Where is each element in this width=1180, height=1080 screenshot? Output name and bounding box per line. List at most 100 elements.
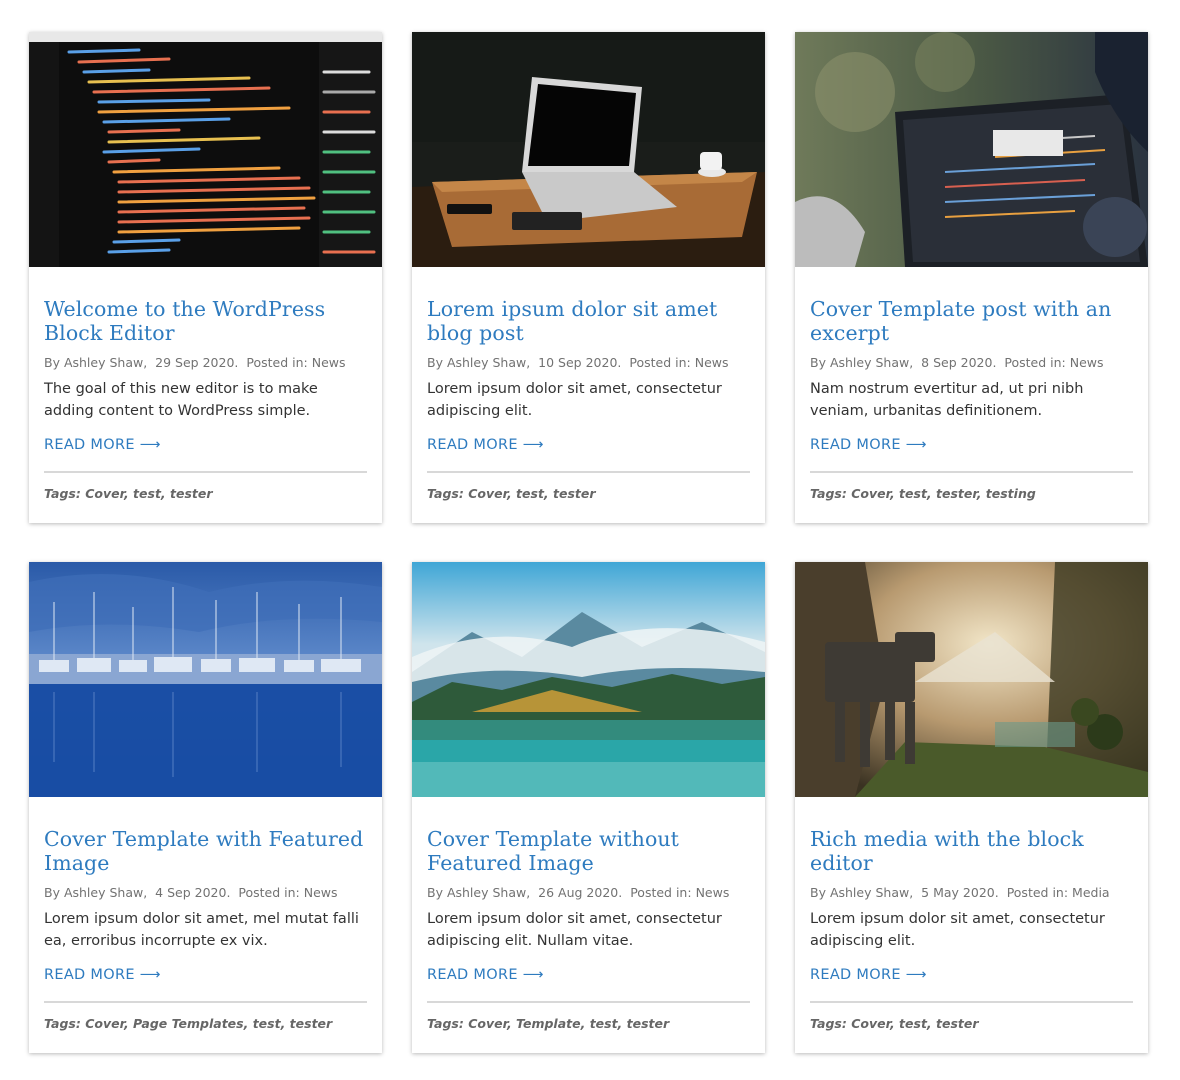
read-more-label: READ MORE [427, 967, 518, 983]
read-more-label: READ MORE [44, 437, 135, 453]
post-excerpt: Nam nostrum evertitur ad, ut pri nibh ve… [810, 381, 1084, 419]
tag-links[interactable]: Cover, Page Templates, test, tester [85, 1016, 332, 1031]
posted-in-label: Posted in: [238, 885, 300, 900]
post-date: 5 May 2020. [921, 885, 999, 900]
post-excerpt: Lorem ipsum dolor sit amet, mel mutat fa… [44, 911, 359, 949]
person-using-laptop-image [795, 32, 1148, 267]
category-link[interactable]: News [312, 355, 346, 370]
arrow-right-icon: ⟶ [522, 437, 544, 453]
post-grid: Welcome to the WordPress Block Editor By… [0, 0, 1180, 1080]
post-card: Welcome to the WordPress Block Editor By… [29, 32, 382, 523]
post-meta: By Ashley Shaw, 5 May 2020. Posted in: Me… [810, 884, 1133, 901]
post-date: 8 Sep 2020. [921, 355, 997, 370]
mountain-lake-image [412, 562, 765, 797]
arrow-right-icon: ⟶ [139, 437, 161, 453]
post-excerpt: Lorem ipsum dolor sit amet, consectetur … [810, 911, 1105, 949]
posted-in-label: Posted in: [629, 355, 691, 370]
tags-label: Tags: [810, 1016, 847, 1031]
divider [427, 471, 750, 473]
post-card: Cover Template with Featured Image By As… [29, 562, 382, 1053]
post-date: 10 Sep 2020. [538, 355, 622, 370]
posted-in-label: Posted in: [630, 885, 692, 900]
post-meta: By Ashley Shaw, 4 Sep 2020. Posted in: Ne… [44, 884, 367, 901]
post-author: By Ashley Shaw, [810, 355, 914, 370]
post-title-link[interactable]: Welcome to the WordPress Block Editor [44, 297, 367, 345]
post-thumbnail-person-laptop[interactable] [795, 32, 1148, 267]
divider [44, 1001, 367, 1003]
tags-label: Tags: [44, 1016, 81, 1031]
post-tags: Tags: Cover, Page Templates, test, teste… [44, 1015, 367, 1033]
post-tags: Tags: Cover, Template, test, tester [427, 1015, 750, 1033]
arrow-right-icon: ⟶ [522, 967, 544, 983]
read-more-label: READ MORE [44, 967, 135, 983]
post-tags: Tags: Cover, test, tester, testing [810, 485, 1133, 503]
posted-in-label: Posted in: [1004, 355, 1066, 370]
post-meta: By Ashley Shaw, 8 Sep 2020. Posted in: Ne… [810, 354, 1133, 371]
post-thumbnail-mountain-lake[interactable] [412, 562, 765, 797]
post-tags: Tags: Cover, test, tester [427, 485, 750, 503]
post-author: By Ashley Shaw, [44, 355, 148, 370]
marina-boats-image [29, 562, 382, 797]
post-date: 29 Sep 2020. [155, 355, 239, 370]
category-link[interactable]: News [1070, 355, 1104, 370]
read-more-link[interactable]: READ MORE ⟶ [44, 965, 161, 985]
read-more-label: READ MORE [427, 437, 518, 453]
read-more-link[interactable]: READ MORE ⟶ [427, 965, 544, 985]
arrow-right-icon: ⟶ [139, 967, 161, 983]
category-link[interactable]: News [695, 355, 729, 370]
post-tags: Tags: Cover, test, tester [810, 1015, 1133, 1033]
post-thumbnail-marina[interactable] [29, 562, 382, 797]
post-meta: By Ashley Shaw, 26 Aug 2020. Posted in: N… [427, 884, 750, 901]
post-tags: Tags: Cover, test, tester [44, 485, 367, 503]
post-card: Cover Template without Featured Image By… [412, 562, 765, 1053]
tag-links[interactable]: Cover, Template, test, tester [468, 1016, 669, 1031]
post-date: 26 Aug 2020. [538, 885, 623, 900]
category-link[interactable]: Media [1072, 885, 1110, 900]
post-thumbnail-laptop-table[interactable] [412, 32, 765, 267]
code-editor-image [29, 32, 382, 267]
walker-valley-painting-image [795, 562, 1148, 797]
tags-label: Tags: [44, 486, 81, 501]
tag-links[interactable]: Cover, test, tester, testing [851, 486, 1036, 501]
posted-in-label: Posted in: [1006, 885, 1069, 900]
post-meta: By Ashley Shaw, 10 Sep 2020. Posted in: N… [427, 354, 750, 371]
post-meta: By Ashley Shaw, 29 Sep 2020. Posted in: N… [44, 354, 367, 371]
post-title-link[interactable]: Lorem ipsum dolor sit amet blog post [427, 297, 750, 345]
read-more-label: READ MORE [810, 437, 901, 453]
category-link[interactable]: News [696, 885, 730, 900]
post-author: By Ashley Shaw, [427, 885, 531, 900]
post-thumbnail-walker-painting[interactable] [795, 562, 1148, 797]
post-card: Rich media with the block editor By Ashl… [795, 562, 1148, 1053]
read-more-label: READ MORE [810, 967, 901, 983]
divider [44, 471, 367, 473]
divider [810, 1001, 1133, 1003]
post-author: By Ashley Shaw, [427, 355, 531, 370]
tags-label: Tags: [427, 1016, 464, 1031]
post-title-link[interactable]: Cover Template without Featured Image [427, 827, 750, 875]
post-title-link[interactable]: Rich media with the block editor [810, 827, 1133, 875]
post-title-link[interactable]: Cover Template post with an excerpt [810, 297, 1133, 345]
tag-links[interactable]: Cover, test, tester [851, 1016, 978, 1031]
arrow-right-icon: ⟶ [905, 437, 927, 453]
divider [427, 1001, 750, 1003]
arrow-right-icon: ⟶ [905, 967, 927, 983]
tags-label: Tags: [810, 486, 847, 501]
tag-links[interactable]: Cover, test, tester [85, 486, 212, 501]
posted-in-label: Posted in: [246, 355, 308, 370]
read-more-link[interactable]: READ MORE ⟶ [810, 435, 927, 455]
post-title-link[interactable]: Cover Template with Featured Image [44, 827, 367, 875]
category-link[interactable]: News [304, 885, 338, 900]
post-author: By Ashley Shaw, [810, 885, 914, 900]
tag-links[interactable]: Cover, test, tester [468, 486, 595, 501]
tags-label: Tags: [427, 486, 464, 501]
read-more-link[interactable]: READ MORE ⟶ [810, 965, 927, 985]
post-excerpt: The goal of this new editor is to make a… [44, 381, 318, 419]
read-more-link[interactable]: READ MORE ⟶ [44, 435, 161, 455]
post-excerpt: Lorem ipsum dolor sit amet, consectetur … [427, 381, 722, 419]
post-card: Cover Template post with an excerpt By A… [795, 32, 1148, 523]
post-excerpt: Lorem ipsum dolor sit amet, consectetur … [427, 911, 722, 949]
divider [810, 471, 1133, 473]
read-more-link[interactable]: READ MORE ⟶ [427, 435, 544, 455]
post-thumbnail-code-editor[interactable] [29, 32, 382, 267]
post-card: Lorem ipsum dolor sit amet blog post By … [412, 32, 765, 523]
